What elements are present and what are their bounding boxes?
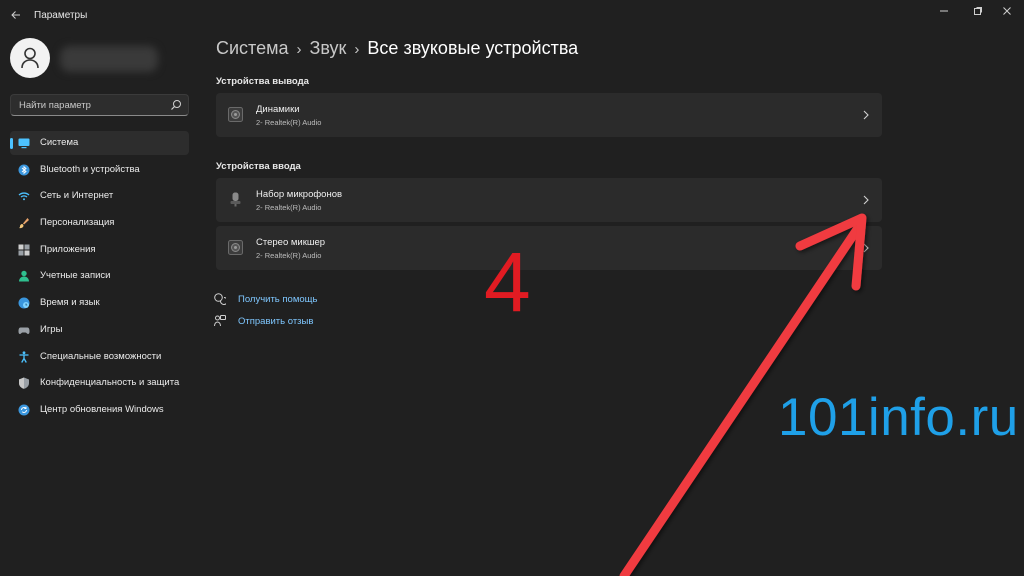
breadcrumb-separator: › [354,41,360,58]
minimize-button[interactable] [928,2,960,20]
sidebar-item-network[interactable]: Сеть и Интернет [10,184,189,208]
gamepad-icon [18,327,30,334]
breadcrumb-separator: › [296,41,302,58]
breadcrumb: Система › Звук › Все звуковые устройства [216,38,578,59]
sidebar-item-label: Персонализация [40,217,115,229]
speaker-icon [228,107,243,122]
close-icon [1003,7,1011,15]
user-profile[interactable] [10,38,180,82]
sidebar-item-bluetooth[interactable]: Bluetooth и устройства [10,158,189,182]
sidebar-item-label: Специальные возможности [40,350,162,362]
user-icon [21,47,39,69]
chevron-right-icon [863,195,869,205]
sidebar-item-label: Время и язык [40,297,100,309]
sidebar-item-time-language[interactable]: Время и язык [10,291,189,315]
sidebar-item-accessibility[interactable]: Специальные возможности [10,345,189,369]
sidebar-item-label: Учетные записи [40,270,111,282]
account-icon [19,271,29,282]
sidebar-item-gaming[interactable]: Игры [10,318,189,342]
sidebar-item-label: Приложения [40,243,96,255]
maximize-icon [974,7,982,15]
close-button[interactable] [991,2,1023,20]
bluetooth-icon [18,164,30,176]
update-icon [18,404,30,416]
device-name: Динамики [256,104,300,115]
app-title: Параметры [34,10,88,21]
device-detail: 2- Realtek(R) Audio [256,203,322,212]
sidebar-item-privacy[interactable]: Конфиденциальность и защита [10,371,189,395]
sidebar-item-label: Игры [40,323,63,335]
device-name: Набор микрофонов [256,189,343,200]
page-title: Все звуковые устройства [367,38,579,58]
send-feedback-label[interactable]: Отправить отзыв [238,316,313,327]
username-blurred [60,46,158,72]
sidebar-item-system[interactable]: Система [10,131,189,155]
search-box[interactable] [10,94,189,116]
microphone-icon [230,192,241,207]
device-card-stereo-mix[interactable]: Стерео микшер 2- Realtek(R) Audio [216,226,882,270]
breadcrumb-system[interactable]: Система [216,38,289,58]
device-card-microphone-array[interactable]: Набор микрофонов 2- Realtek(R) Audio [216,178,882,222]
device-name: Стерео микшер [256,237,326,248]
sidebar-item-label: Bluetooth и устройства [40,163,140,175]
search-icon[interactable] [170,99,182,111]
help-chat-icon [214,293,226,305]
sidebar-item-windows-update[interactable]: Центр обновления Windows [10,398,189,422]
monitor-icon [18,138,30,149]
output-devices-heading: Устройства вывода [216,76,309,87]
speaker-icon [228,240,243,255]
shield-icon [19,377,29,389]
apps-icon [18,244,30,256]
search-input[interactable] [11,95,161,115]
globe-clock-icon [18,297,30,309]
chevron-right-icon [863,110,869,120]
get-help-label[interactable]: Получить помощь [238,294,317,305]
title-bar: Параметры [0,0,1024,32]
input-devices-heading: Устройства ввода [216,161,301,172]
accessibility-icon [19,350,29,363]
avatar [10,38,50,78]
sidebar-nav: Система Bluetooth и устройства Сеть и Ин… [10,131,189,425]
device-card-speakers[interactable]: Динамики 2- Realtek(R) Audio [216,93,882,137]
back-button[interactable] [8,8,24,24]
wifi-icon [18,192,30,201]
chevron-right-icon [863,243,869,253]
device-detail: 2- Realtek(R) Audio [256,251,322,260]
step-number: 4 [484,235,531,329]
brush-icon [19,218,29,229]
sidebar-item-label: Сеть и Интернет [40,190,114,202]
sidebar-item-personalization[interactable]: Персонализация [10,211,189,235]
breadcrumb-sound[interactable]: Звук [310,38,347,58]
minimize-icon [940,10,948,12]
watermark: 101info.ru [778,388,1019,447]
feedback-icon [214,315,226,327]
maximize-button[interactable] [962,2,994,20]
sidebar-item-accounts[interactable]: Учетные записи [10,264,189,288]
back-arrow-icon [11,11,20,19]
sidebar-item-apps[interactable]: Приложения [10,238,189,262]
sidebar-item-label: Конфиденциальность и защита [40,377,180,389]
sidebar-item-label: Система [40,137,79,148]
sidebar-item-label: Центр обновления Windows [40,403,164,415]
device-detail: 2- Realtek(R) Audio [256,118,322,127]
